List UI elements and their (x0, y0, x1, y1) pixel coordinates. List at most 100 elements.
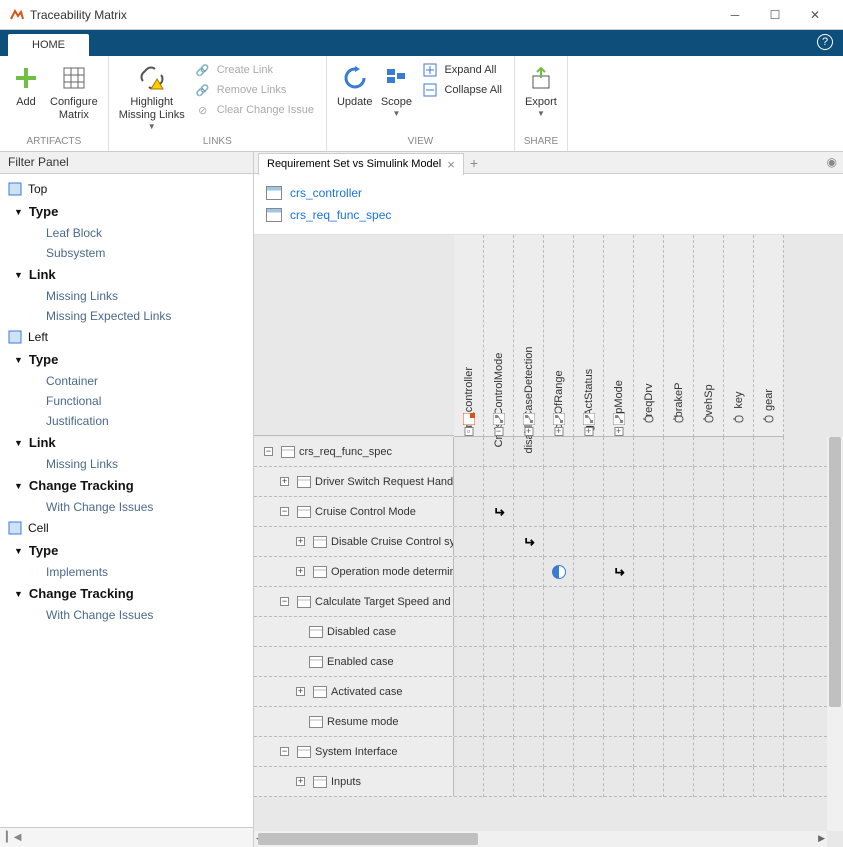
matrix-cell[interactable] (454, 437, 484, 467)
filter-item[interactable]: Missing Links (0, 286, 253, 306)
matrix-cell[interactable] (634, 677, 664, 707)
matrix-cell[interactable] (514, 527, 544, 557)
matrix-cell[interactable] (724, 617, 754, 647)
matrix-cell[interactable] (634, 497, 664, 527)
help-icon[interactable]: ? (817, 34, 833, 50)
matrix-cell[interactable] (574, 557, 604, 587)
row-expander[interactable]: + (296, 687, 305, 696)
matrix-cell[interactable] (514, 617, 544, 647)
matrix-row[interactable]: +Driver Switch Request Handling (254, 467, 827, 497)
matrix-cell[interactable] (454, 647, 484, 677)
matrix-cell[interactable] (754, 587, 784, 617)
matrix-cell[interactable] (484, 767, 514, 797)
filter-item[interactable]: Justification (0, 411, 253, 431)
matrix-cell[interactable] (634, 617, 664, 647)
column-header[interactable]: CruiseControlMode− (484, 235, 514, 437)
matrix-cell[interactable] (754, 557, 784, 587)
vertical-scrollbar[interactable] (827, 437, 843, 831)
matrix-cell[interactable] (664, 617, 694, 647)
artifact-link-top[interactable]: crs_controller (266, 182, 831, 204)
filter-item[interactable]: Subsystem (0, 243, 253, 263)
highlight-missing-links-button[interactable]: Highlight Missing Links ▼ (115, 60, 189, 133)
matrix-cell[interactable] (574, 617, 604, 647)
row-expander[interactable]: + (296, 567, 305, 576)
filter-item[interactable]: Leaf Block (0, 223, 253, 243)
matrix-cell[interactable] (634, 737, 664, 767)
matrix-cell[interactable] (724, 737, 754, 767)
matrix-cell[interactable] (664, 647, 694, 677)
filter-category[interactable]: Change Tracking (0, 582, 253, 605)
matrix-cell[interactable] (574, 737, 604, 767)
update-button[interactable]: Update (333, 60, 376, 111)
matrix-cell[interactable] (454, 527, 484, 557)
filter-item[interactable]: With Change Issues (0, 497, 253, 517)
matrix-cell[interactable] (664, 557, 694, 587)
matrix-cell[interactable] (754, 497, 784, 527)
matrix-cell[interactable] (514, 437, 544, 467)
matrix-cell[interactable] (664, 437, 694, 467)
matrix-cell[interactable] (694, 467, 724, 497)
matrix-cell[interactable] (454, 767, 484, 797)
matrix-cell[interactable] (724, 497, 754, 527)
matrix-cell[interactable] (574, 707, 604, 737)
matrix-cell[interactable] (754, 737, 784, 767)
filter-category[interactable]: Type (0, 200, 253, 223)
matrix-cell[interactable] (544, 527, 574, 557)
matrix-cell[interactable] (454, 467, 484, 497)
matrix-cell[interactable] (544, 467, 574, 497)
matrix-row[interactable]: Enabled case (254, 647, 827, 677)
matrix-cell[interactable] (604, 437, 634, 467)
matrix-cell[interactable] (664, 737, 694, 767)
matrix-cell[interactable] (454, 557, 484, 587)
matrix-cell[interactable] (664, 587, 694, 617)
matrix-cell[interactable] (634, 527, 664, 557)
collapse-all-button[interactable]: Collapse All (416, 80, 507, 100)
matrix-cell[interactable] (634, 707, 664, 737)
matrix-cell[interactable] (514, 557, 544, 587)
maximize-button[interactable]: ☐ (755, 0, 795, 30)
matrix-cell[interactable] (724, 587, 754, 617)
filter-section-left[interactable]: Left (0, 326, 253, 348)
matrix-cell[interactable] (514, 467, 544, 497)
matrix-cell[interactable] (454, 677, 484, 707)
matrix-cell[interactable] (604, 617, 634, 647)
column-header[interactable]: key (724, 235, 754, 437)
matrix-cell[interactable] (574, 587, 604, 617)
matrix-row[interactable]: −Calculate Target Speed and Th (254, 587, 827, 617)
horizontal-scrollbar[interactable]: ◀▶ (254, 831, 827, 847)
filter-category[interactable]: Link (0, 431, 253, 454)
matrix-cell[interactable] (574, 527, 604, 557)
matrix-cell[interactable] (724, 557, 754, 587)
matrix-cell[interactable] (754, 767, 784, 797)
filter-item[interactable]: Missing Expected Links (0, 306, 253, 326)
matrix-cell[interactable] (724, 467, 754, 497)
configure-matrix-button[interactable]: Configure Matrix (46, 60, 102, 124)
matrix-cell[interactable] (544, 737, 574, 767)
matrix-cell[interactable] (574, 467, 604, 497)
matrix-cell[interactable] (574, 647, 604, 677)
matrix-cell[interactable] (574, 497, 604, 527)
matrix-cell[interactable] (724, 647, 754, 677)
row-expander[interactable]: + (296, 537, 305, 546)
matrix-cell[interactable] (484, 707, 514, 737)
matrix-cell[interactable] (514, 587, 544, 617)
row-expander[interactable]: − (280, 597, 289, 606)
matrix-cell[interactable] (484, 437, 514, 467)
remove-links-button[interactable]: 🔗Remove Links (189, 80, 320, 100)
column-header[interactable]: brakeP (664, 235, 694, 437)
matrix-cell[interactable] (694, 707, 724, 737)
minimize-button[interactable]: ─ (715, 0, 755, 30)
matrix-cell[interactable] (514, 497, 544, 527)
matrix-row[interactable]: −Cruise Control Mode (254, 497, 827, 527)
matrix-cell[interactable] (694, 647, 724, 677)
column-header[interactable]: getActStatus+ (574, 235, 604, 437)
matrix-cell[interactable] (694, 767, 724, 797)
matrix-cell[interactable] (754, 707, 784, 737)
matrix-cell[interactable] (754, 647, 784, 677)
filter-item[interactable]: Missing Links (0, 454, 253, 474)
matrix-cell[interactable] (694, 527, 724, 557)
matrix-row[interactable]: Resume mode (254, 707, 827, 737)
matrix-row[interactable]: +Disable Cruise Control syste (254, 527, 827, 557)
matrix-cell[interactable] (664, 767, 694, 797)
clear-change-issue-button[interactable]: ⊘Clear Change Issue (189, 100, 320, 120)
